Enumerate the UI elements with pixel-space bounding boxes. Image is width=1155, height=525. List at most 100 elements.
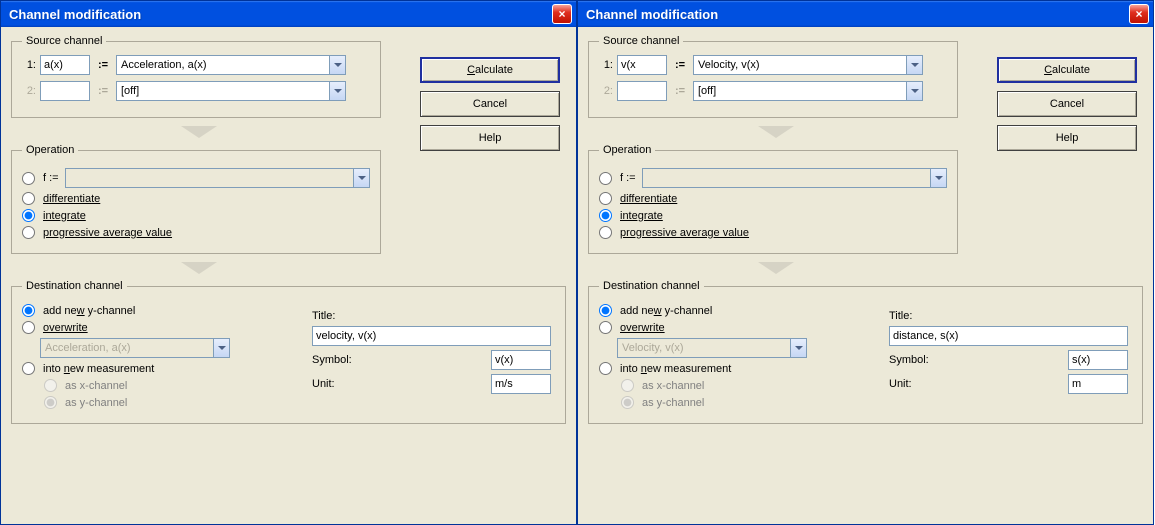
destination-legend: Destination channel (599, 280, 704, 292)
source-channel-combo[interactable] (693, 55, 923, 75)
destination-group: Destination channel add new y-channel ov… (11, 280, 566, 424)
help-button[interactable]: Help (420, 125, 560, 151)
dest-intonew-radio[interactable] (599, 362, 612, 375)
op-f-label: f := (620, 172, 636, 184)
chevron-down-icon (353, 169, 369, 187)
op-pav-label: progressive average value (620, 227, 749, 239)
source-var-input-2[interactable] (40, 81, 90, 101)
calculate-button[interactable]: Calculate (420, 57, 560, 83)
destination-group: Destination channel add new y-channel ov… (588, 280, 1143, 424)
symbol-input[interactable] (491, 350, 551, 370)
arrow-down-icon (758, 126, 794, 138)
source-channel-group: Source channel 1: := 2: := (11, 35, 381, 118)
source-channel-combo[interactable] (116, 55, 346, 75)
operation-group: Operation f := differentiate integrate p… (588, 144, 958, 254)
row-number: 1: (599, 59, 613, 71)
op-pav-label: progressive average value (43, 227, 172, 239)
titlebar[interactable]: Channel modification × (1, 1, 576, 27)
dest-asx-radio (621, 379, 634, 392)
chevron-down-icon[interactable] (906, 82, 922, 100)
combo-text[interactable] (694, 56, 906, 74)
dialog-channel-modification: Channel modification × Calculate Cancel … (577, 0, 1154, 525)
op-f-radio[interactable] (22, 172, 35, 185)
title-label: Title: (312, 310, 368, 322)
op-diff-label: differentiate (43, 193, 100, 205)
dest-intonew-label: into new measurement (43, 363, 154, 375)
source-var-input-2[interactable] (617, 81, 667, 101)
titlebar[interactable]: Channel modification × (578, 1, 1153, 27)
close-icon[interactable]: × (552, 4, 572, 24)
combo-text (66, 169, 353, 187)
dest-addnew-radio[interactable] (22, 304, 35, 317)
window-title: Channel modification (9, 7, 552, 22)
title-input[interactable] (312, 326, 551, 346)
dest-overwrite-radio[interactable] (22, 321, 35, 334)
row-number: 1: (22, 59, 36, 71)
cancel-button[interactable]: Cancel (420, 91, 560, 117)
chevron-down-icon (930, 169, 946, 187)
help-button[interactable]: Help (997, 125, 1137, 151)
arrow-down-icon (758, 262, 794, 274)
combo-text[interactable] (117, 56, 329, 74)
dest-addnew-radio[interactable] (599, 304, 612, 317)
arrow-down-icon (181, 126, 217, 138)
calculate-button[interactable]: Calculate (997, 57, 1137, 83)
chevron-down-icon[interactable] (329, 56, 345, 74)
unit-input[interactable] (1068, 374, 1128, 394)
overwrite-combo (617, 338, 807, 358)
dest-asy-label: as y-channel (65, 397, 127, 409)
op-integ-radio[interactable] (22, 209, 35, 222)
symbol-label: Symbol: (889, 354, 945, 366)
cancel-button[interactable]: Cancel (997, 91, 1137, 117)
dest-asy-radio (621, 396, 634, 409)
dest-asx-label: as x-channel (65, 380, 127, 392)
dest-intonew-radio[interactable] (22, 362, 35, 375)
assign-label: := (671, 85, 689, 97)
source-var-input[interactable] (40, 55, 90, 75)
combo-text[interactable] (117, 82, 329, 100)
dest-asy-radio (44, 396, 57, 409)
source-legend: Source channel (22, 35, 106, 47)
dest-overwrite-radio[interactable] (599, 321, 612, 334)
op-integ-radio[interactable] (599, 209, 612, 222)
title-label: Title: (889, 310, 945, 322)
combo-text (618, 339, 790, 357)
row-number: 2: (599, 85, 613, 97)
op-integ-label: integrate (620, 210, 663, 222)
op-integ-label: integrate (43, 210, 86, 222)
op-pav-radio[interactable] (22, 226, 35, 239)
dest-addnew-label: add new y-channel (620, 305, 712, 317)
title-input[interactable] (889, 326, 1128, 346)
symbol-input[interactable] (1068, 350, 1128, 370)
op-diff-label: differentiate (620, 193, 677, 205)
unit-input[interactable] (491, 374, 551, 394)
source-channel-group: Source channel 1: := 2: := (588, 35, 958, 118)
chevron-down-icon[interactable] (329, 82, 345, 100)
op-f-combo (65, 168, 370, 188)
source-var-input[interactable] (617, 55, 667, 75)
operation-legend: Operation (22, 144, 78, 156)
operation-group: Operation f := differentiate integrate p… (11, 144, 381, 254)
unit-label: Unit: (312, 378, 368, 390)
source-channel-combo-2[interactable] (116, 81, 346, 101)
source-channel-combo-2[interactable] (693, 81, 923, 101)
overwrite-combo (40, 338, 230, 358)
op-diff-radio[interactable] (22, 192, 35, 205)
chevron-down-icon (790, 339, 806, 357)
combo-text (41, 339, 213, 357)
source-legend: Source channel (599, 35, 683, 47)
assign-label: := (94, 59, 112, 71)
op-f-radio[interactable] (599, 172, 612, 185)
op-f-label: f := (43, 172, 59, 184)
dest-intonew-label: into new measurement (620, 363, 731, 375)
window-title: Channel modification (586, 7, 1129, 22)
operation-legend: Operation (599, 144, 655, 156)
chevron-down-icon (213, 339, 229, 357)
chevron-down-icon[interactable] (906, 56, 922, 74)
op-pav-radio[interactable] (599, 226, 612, 239)
close-icon[interactable]: × (1129, 4, 1149, 24)
op-diff-radio[interactable] (599, 192, 612, 205)
unit-label: Unit: (889, 378, 945, 390)
dialog-channel-modification: Channel modification × Calculate Cancel … (0, 0, 577, 525)
combo-text[interactable] (694, 82, 906, 100)
